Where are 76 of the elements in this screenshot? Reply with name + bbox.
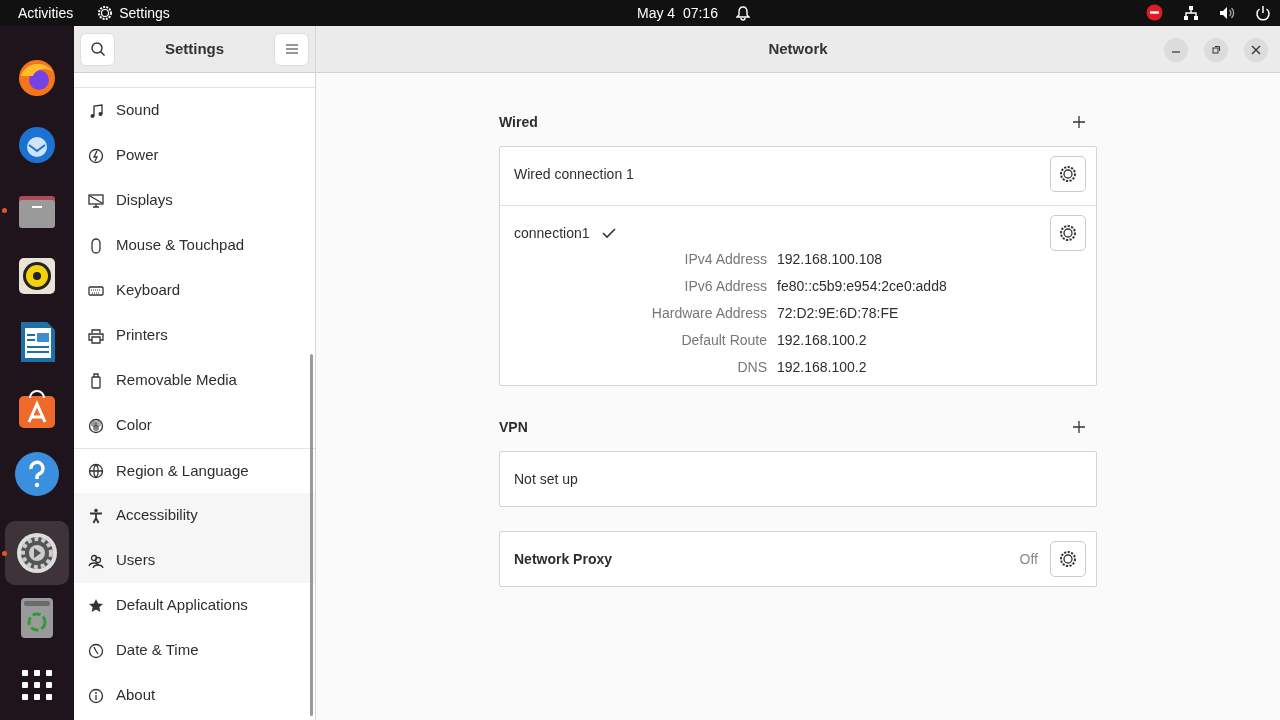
monitor-icon xyxy=(88,192,104,209)
detail-label: IPv6 Address xyxy=(683,277,767,296)
sidebar-item[interactable]: Date & Time xyxy=(74,628,315,673)
network-icon[interactable] xyxy=(1183,4,1199,21)
settings-icon xyxy=(1059,165,1077,183)
gear-icon xyxy=(97,5,114,21)
maximize-button[interactable] xyxy=(1204,38,1228,62)
proxy-row[interactable]: Network Proxy Off xyxy=(499,531,1097,587)
globe-icon xyxy=(88,463,104,479)
detail-value: 72:D2:9E:6D:78:FE xyxy=(777,304,899,323)
printer-icon xyxy=(88,327,104,344)
settings-icon xyxy=(1059,224,1077,242)
dock-item[interactable] xyxy=(5,520,69,585)
detail-label: Default Route xyxy=(680,331,767,350)
sidebar-item[interactable]: Mouse & Touchpad xyxy=(74,223,315,268)
detail-label: DNS xyxy=(736,358,767,377)
clock-icon xyxy=(88,642,104,659)
sidebar-item[interactable]: Sound xyxy=(74,88,315,133)
search-icon xyxy=(89,41,106,57)
sidebar-item[interactable]: Accessibility xyxy=(74,493,315,538)
menu-button[interactable] xyxy=(274,32,309,66)
star-icon xyxy=(88,597,104,614)
detail-value: 192.168.100.2 xyxy=(777,358,867,377)
detail-value: fe80::c5b9:e954:2ce0:add8 xyxy=(777,277,947,296)
scrollbar[interactable] xyxy=(310,354,313,716)
sidebar-item[interactable]: Users xyxy=(74,538,315,583)
music-note-icon xyxy=(88,102,104,119)
detail-value: 192.168.100.2 xyxy=(777,331,867,350)
sidebar-item[interactable]: Printers xyxy=(74,313,315,358)
detail-label: Hardware Address xyxy=(650,304,767,323)
settings-button[interactable] xyxy=(1050,215,1086,251)
lightning-icon xyxy=(88,147,104,164)
sidebar-title: Settings xyxy=(164,38,225,59)
sidebar-item[interactable]: Default Applications xyxy=(74,583,315,628)
settings-button[interactable] xyxy=(1050,156,1086,192)
sidebar-item[interactable]: Color xyxy=(74,403,315,448)
settings-icon xyxy=(1059,550,1077,568)
settings-button[interactable] xyxy=(1050,541,1086,577)
close-icon xyxy=(1251,45,1261,55)
window-title: Network xyxy=(768,38,828,59)
power-icon[interactable] xyxy=(1255,4,1271,21)
do-not-disturb-icon[interactable] xyxy=(1146,4,1163,21)
usb-drive-icon xyxy=(88,372,104,389)
app-menu[interactable]: Settings xyxy=(97,2,170,24)
activities-button[interactable]: Activities xyxy=(18,2,74,24)
bell-icon[interactable] xyxy=(735,5,750,21)
minimize-button[interactable] xyxy=(1164,38,1188,62)
app-grid-icon[interactable] xyxy=(21,669,53,701)
empty-message: Not set up xyxy=(514,469,578,489)
sidebar-item[interactable]: Keyboard xyxy=(74,268,315,313)
users-icon xyxy=(88,552,104,569)
sidebar-item[interactable]: Displays xyxy=(74,178,315,223)
connection-name: connection1 xyxy=(514,223,590,243)
settings-gear-icon xyxy=(15,530,59,575)
mouse-icon xyxy=(88,237,104,254)
connection-name: Wired connection 1 xyxy=(514,164,634,184)
info-icon xyxy=(88,687,104,704)
sidebar-item[interactable]: Power xyxy=(74,133,315,178)
section-heading: VPN xyxy=(499,417,528,437)
close-button[interactable] xyxy=(1244,38,1268,62)
menu-icon xyxy=(285,44,298,54)
search-button[interactable] xyxy=(80,32,115,66)
detail-label: IPv4 Address xyxy=(683,250,767,269)
sidebar-item[interactable]: About xyxy=(74,673,315,718)
help-icon xyxy=(15,452,59,496)
color-wheel-icon xyxy=(88,417,104,434)
person-icon xyxy=(88,507,104,524)
sidebar-item[interactable]: Removable Media xyxy=(74,358,315,403)
clock[interactable]: May 4 07:16 xyxy=(637,2,718,24)
plus-icon xyxy=(1073,421,1085,433)
proxy-label: Network Proxy xyxy=(514,549,614,569)
detail-value: 192.168.100.108 xyxy=(777,250,883,269)
proxy-status: Off xyxy=(1019,549,1038,569)
section-heading: Wired xyxy=(499,112,538,132)
restore-icon xyxy=(1211,45,1221,55)
plus-icon xyxy=(1073,116,1085,128)
